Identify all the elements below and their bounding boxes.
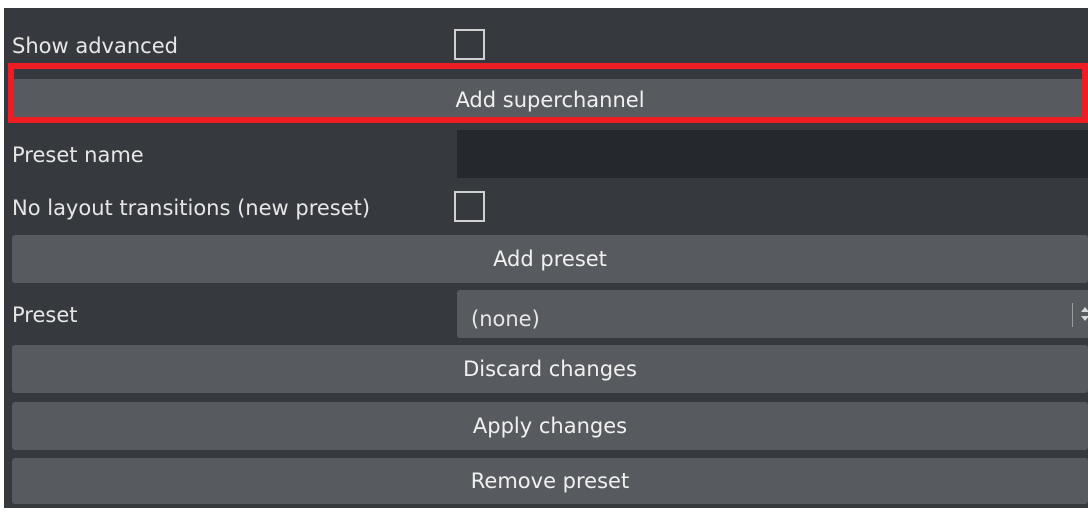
apply-changes-button[interactable]: Apply changes <box>12 402 1088 450</box>
add-superchannel-button[interactable]: Add superchannel <box>12 79 1088 121</box>
preset-panel: Show advanced Add superchannel Preset na… <box>4 8 1088 508</box>
remove-preset-button[interactable]: Remove preset <box>12 458 1088 504</box>
show-advanced-label: Show advanced <box>12 34 178 58</box>
discard-changes-row: Discard changes <box>12 345 1088 393</box>
no-layout-transitions-row: No layout transitions (new preset) <box>12 188 1088 228</box>
preset-select-value: (none) <box>471 307 540 331</box>
up-down-arrows-icon <box>1081 307 1088 321</box>
show-advanced-row: Show advanced <box>12 26 1088 66</box>
add-superchannel-row: Add superchannel <box>12 79 1088 121</box>
show-advanced-checkbox[interactable] <box>454 29 485 60</box>
remove-preset-row: Remove preset <box>12 458 1088 504</box>
preset-label: Preset <box>12 303 78 327</box>
preset-name-input[interactable] <box>457 130 1088 178</box>
preset-select[interactable]: (none) <box>457 290 1088 338</box>
discard-changes-button[interactable]: Discard changes <box>12 345 1088 393</box>
preset-name-label: Preset name <box>12 143 144 167</box>
preset-name-row: Preset name <box>12 130 1088 178</box>
preset-row: Preset (none) <box>12 290 1088 338</box>
no-layout-transitions-checkbox[interactable] <box>454 191 485 222</box>
no-layout-transitions-label: No layout transitions (new preset) <box>12 196 371 220</box>
apply-changes-row: Apply changes <box>12 402 1088 450</box>
add-preset-button[interactable]: Add preset <box>12 235 1088 283</box>
add-preset-row: Add preset <box>12 235 1088 283</box>
select-divider <box>1072 303 1073 327</box>
